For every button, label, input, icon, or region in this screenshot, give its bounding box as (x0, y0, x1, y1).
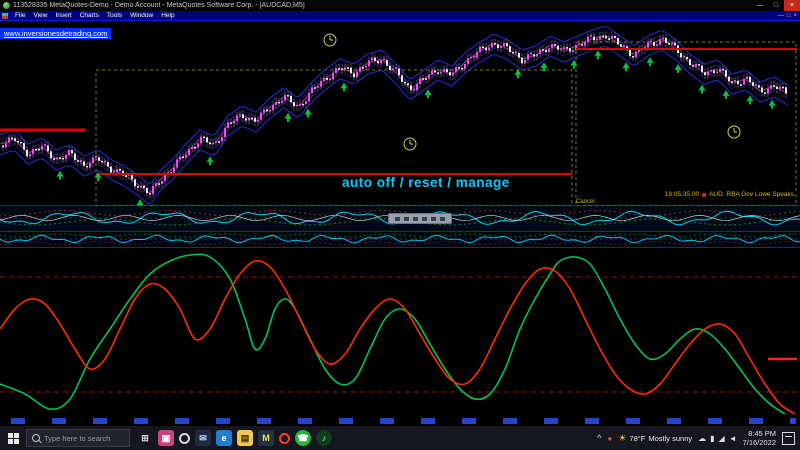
minimize-button[interactable]: — (752, 0, 768, 11)
cortana-icon[interactable] (179, 433, 190, 444)
onedrive-icon[interactable]: ☁ (698, 434, 706, 443)
trade-manager-label[interactable]: auto off / reset / manage (342, 175, 510, 190)
tray-left-icons: ● (608, 434, 613, 443)
weather-desc: Mostly sunny (648, 434, 692, 443)
whatsapp-icon[interactable]: ☎ (295, 430, 311, 446)
start-button[interactable] (0, 426, 26, 450)
candles-layer (3, 35, 786, 194)
weather-widget[interactable]: ☀ 78°F Mostly sunny (618, 433, 692, 444)
network-signal-icon[interactable]: ◢ (719, 434, 725, 443)
metatrader-app-icon (3, 2, 10, 9)
tray-right-icons: ☁ ▮ ◢ ◄ (698, 434, 736, 443)
oscillator-lines (0, 254, 800, 414)
oscillator-panel[interactable] (0, 248, 800, 426)
taskbar-search[interactable]: Type here to search (26, 429, 130, 447)
hidden-icons-chevron[interactable]: ^ (597, 433, 601, 443)
cancel-label[interactable]: Cancel (576, 199, 595, 205)
news-event-text: AUD: RBA Gov Lowe Speaks (709, 191, 794, 198)
clock-time: 8:45 PM (743, 429, 776, 438)
metatrader-icon[interactable]: M (258, 430, 274, 446)
mostly-sunny-icon: ☀ (618, 433, 626, 444)
tray-app-icon[interactable]: ● (608, 434, 613, 443)
menu-item-help[interactable]: Help (157, 11, 178, 20)
chart-minimize-button[interactable]: — (778, 13, 784, 19)
taskbar-apps: ⊞ ▣ ✉ e ▤ M ☎ ♪ (130, 430, 332, 446)
news-countdown: 18:05:35.00 (665, 191, 699, 198)
spotify-icon[interactable]: ♪ (316, 430, 332, 446)
volume-icon[interactable]: ◄ (729, 434, 737, 443)
indicator-panel-1[interactable] (0, 206, 800, 232)
task-view-icon[interactable]: ⊞ (137, 430, 153, 446)
menu-item-tools[interactable]: Tools (103, 11, 126, 20)
close-button[interactable]: × (784, 0, 800, 11)
windows-logo-icon (8, 433, 19, 444)
clock-date: 7/16/2022 (743, 438, 776, 447)
maximize-button[interactable]: □ (768, 0, 784, 11)
photos-app-icon[interactable]: ▣ (158, 430, 174, 446)
weather-temp: 78°F (629, 434, 645, 443)
menu-item-window[interactable]: Window (126, 11, 157, 20)
chart-close-button[interactable]: × (793, 13, 797, 19)
indicator-2-lines (0, 233, 800, 245)
title-bar: 113528335 MetaQuotes-Demo - Demo Account… (0, 0, 800, 11)
action-center-icon[interactable] (782, 432, 795, 445)
watermark-link[interactable]: www.inversionesdetrading.com (0, 28, 111, 39)
menu-item-insert[interactable]: Insert (51, 11, 75, 20)
time-axis (4, 418, 796, 424)
battery-icon[interactable]: ▮ (710, 434, 714, 443)
chart-window-controls: — □ × (778, 13, 800, 19)
menu-item-view[interactable]: View (29, 11, 51, 20)
indicator-panel-2[interactable] (0, 232, 800, 248)
chart-restore-button[interactable]: □ (787, 13, 791, 19)
mail-app-icon[interactable]: ✉ (195, 430, 211, 446)
oscillator-canvas (0, 248, 800, 418)
indicator-value-badge (388, 213, 452, 224)
search-icon (32, 434, 40, 442)
system-tray: ^ ● ☀ 78°F Mostly sunny ☁ ▮ ◢ ◄ 8:45 PM 7/1… (597, 429, 800, 448)
metatrader-window: 113528335 MetaQuotes-Demo - Demo Account… (0, 0, 800, 450)
taskbar-clock[interactable]: 8:45 PM 7/16/2022 (743, 429, 776, 448)
menu-bar: File View Insert Charts Tools Window Hel… (0, 11, 800, 20)
window-title: 113528335 MetaQuotes-Demo - Demo Account… (13, 2, 749, 9)
chart-window-icon (2, 13, 8, 19)
window-controls: — □ × (752, 0, 800, 11)
taskbar: Type here to search ⊞ ▣ ✉ e ▤ M ☎ ♪ ^ ● ☀ 78°F … (0, 426, 800, 450)
opera-browser-icon[interactable] (279, 433, 290, 444)
news-event-label: 18:05:35.00 AUD: RBA Gov Lowe Speaks (665, 191, 794, 198)
menu-item-charts[interactable]: Charts (76, 11, 103, 20)
menu-item-file[interactable]: File (11, 11, 29, 20)
indicator-panel-2-canvas (0, 232, 800, 247)
price-chart-panel[interactable]: www.inversionesdetrading.com auto off / … (0, 20, 800, 206)
news-impact-icon (702, 193, 706, 197)
file-explorer-icon[interactable]: ▤ (237, 430, 253, 446)
search-placeholder: Type here to search (44, 434, 110, 443)
edge-browser-icon[interactable]: e (216, 430, 232, 446)
